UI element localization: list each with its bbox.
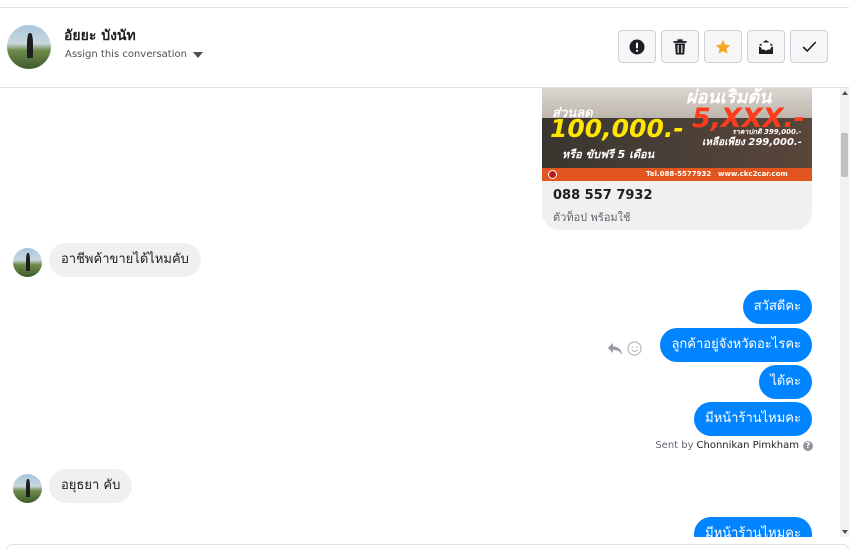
smiley-icon[interactable] — [627, 341, 642, 356]
ad-site: www.ckc2car.com — [718, 170, 788, 178]
incoming-message: อาชีพค้าขายได้ไหมคับ — [49, 243, 201, 277]
sent-by-label: Sent by Chonnikan Pimkham ? — [655, 440, 813, 451]
check-icon — [802, 41, 816, 53]
shared-ad-card[interactable]: ผ่อนเริ่มต้น ส่วนลด 100,000.- 5,XXX.- หร… — [542, 88, 812, 230]
message-thread[interactable]: ผ่อนเริ่มต้น ส่วนลด 100,000.- 5,XXX.- หร… — [0, 88, 840, 537]
exclamation-icon — [629, 39, 645, 54]
outgoing-message: ได้คะ — [759, 365, 812, 399]
messenger-conversation: อัยยะ บังนัท Assign this conversation ผ่… — [0, 0, 849, 549]
ad-discount-value: 100,000.- — [550, 114, 684, 143]
sent-by-prefix: Sent by — [655, 440, 694, 451]
ad-image: ผ่อนเริ่มต้น ส่วนลด 100,000.- 5,XXX.- หร… — [542, 88, 812, 181]
incoming-message: อยุธยา คับ — [49, 469, 133, 503]
card-subtitle: ตัวท็อป พร้อมใช้ — [553, 211, 631, 224]
assign-label: Assign this conversation — [65, 49, 187, 60]
contact-avatar-small[interactable] — [13, 248, 42, 277]
scroll-up-arrow-icon[interactable] — [842, 91, 848, 95]
caret-down-icon — [192, 51, 203, 58]
outgoing-message: มีหน้าร้านไหมคะ — [694, 402, 812, 436]
delete-button[interactable] — [661, 30, 699, 63]
contact-avatar[interactable] — [7, 25, 51, 69]
message-hover-tools — [607, 341, 642, 356]
trash-icon — [673, 38, 687, 54]
assign-conversation-dropdown[interactable]: Assign this conversation — [65, 49, 203, 60]
conversation-actions — [618, 30, 828, 63]
ad-logo-icon — [548, 170, 557, 179]
ad-phone: Tel.088-5577932 — [646, 170, 712, 178]
card-phone: 088 557 7932 — [553, 188, 653, 203]
thread-scrollbar[interactable] — [840, 88, 849, 537]
star-icon — [715, 39, 731, 54]
sent-by-name: Chonnikan Pimkham — [696, 440, 799, 451]
top-strip — [0, 0, 849, 8]
mark-unread-button[interactable] — [747, 30, 785, 63]
ad-price-now: เหลือเพียง 299,000.- — [702, 137, 802, 148]
contact-avatar-small[interactable] — [13, 474, 42, 503]
outgoing-message: มีหน้าร้านไหมคะ — [694, 517, 812, 537]
help-icon[interactable]: ? — [803, 440, 813, 451]
conversation-header: อัยยะ บังนัท Assign this conversation — [0, 8, 849, 88]
envelope-icon — [758, 39, 774, 54]
scroll-down-arrow-icon[interactable] — [842, 530, 848, 534]
outgoing-message: ลูกค้าอยู่จังหวัดอะไรคะ — [660, 328, 812, 362]
composer-box[interactable] — [6, 544, 849, 549]
ad-contact-bar: Tel.088-5577932 www.ckc2car.com — [542, 168, 812, 181]
spam-button[interactable] — [618, 30, 656, 63]
reply-icon[interactable] — [607, 342, 623, 356]
mark-done-button[interactable] — [790, 30, 828, 63]
ad-free-line: หรือ ขับฟรี 5 เดือน — [562, 148, 655, 161]
star-button[interactable] — [704, 30, 742, 63]
scroll-thumb[interactable] — [841, 133, 848, 177]
outgoing-message: สวัสดีคะ — [742, 290, 812, 324]
contact-name[interactable]: อัยยะ บังนัท — [64, 25, 136, 47]
